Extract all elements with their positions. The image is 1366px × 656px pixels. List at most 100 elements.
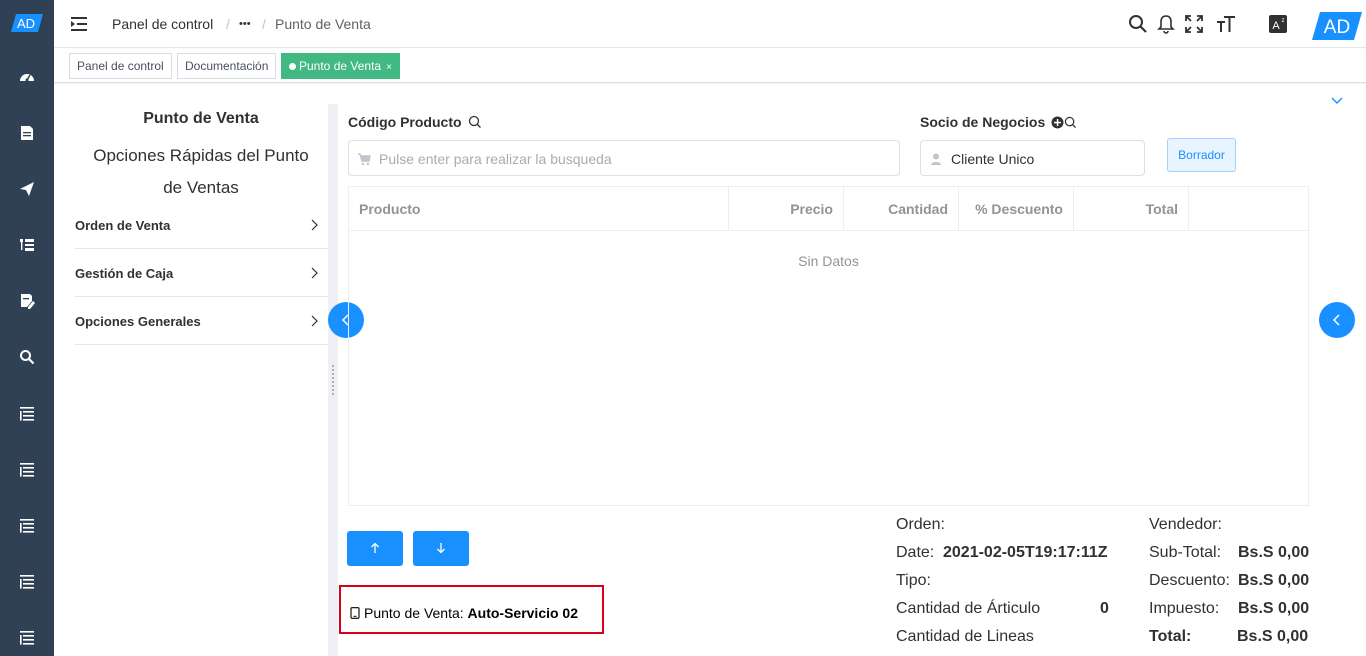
product-search-placeholder: Pulse enter para realizar la busqueda	[379, 151, 612, 167]
pos-label: Punto de Venta:	[364, 605, 464, 621]
panel-title: Punto de Venta	[143, 110, 259, 127]
item-quantity-value: 0	[1100, 600, 1109, 617]
business-partner-label: Socio de Negocios	[920, 114, 1077, 130]
menu-toggle-icon[interactable]	[70, 15, 88, 33]
dashboard-icon[interactable]	[18, 68, 36, 86]
tax-value: Bs.S 0,00	[1238, 600, 1310, 617]
menu-item-orden-de-venta[interactable]: Orden de Venta	[75, 201, 328, 249]
column-header-producto[interactable]: Producto	[349, 187, 729, 231]
empty-table-text: Sin Datos	[798, 253, 859, 269]
arrow-down-icon	[437, 543, 445, 554]
column-header-precio[interactable]: Precio	[729, 187, 844, 231]
tax-label: Impuesto:	[1149, 600, 1220, 617]
business-partner-value: Cliente Unico	[951, 151, 1035, 167]
list-tree-icon[interactable]	[18, 236, 36, 254]
tag-label: Panel de control	[77, 59, 164, 73]
active-dot	[289, 63, 296, 70]
chevron-down-icon[interactable]	[1330, 96, 1344, 106]
font-size-icon[interactable]	[1216, 14, 1236, 34]
item-quantity-label: Cantidad de Árticulo	[896, 600, 1041, 617]
breadcrumb-separator: /	[262, 16, 266, 32]
breadcrumb-separator: /	[226, 16, 230, 32]
arrow-up-icon	[371, 542, 379, 553]
chevron-right-icon	[311, 267, 318, 279]
business-partner-field[interactable]: Cliente Unico	[920, 140, 1145, 176]
add-circle-icon[interactable]	[1051, 116, 1064, 129]
total-value: Bs.S 0,00	[1237, 628, 1309, 645]
date-value: 2021-02-05T19:17:11Z	[943, 544, 1108, 561]
tag-label: Punto de Venta	[299, 59, 382, 73]
sidebar: AD	[0, 0, 54, 656]
list-icon[interactable]	[18, 516, 36, 534]
point-of-sale-text: Punto de Venta: Auto-Servicio 02	[350, 605, 578, 621]
tag-label: Documentación	[185, 59, 269, 73]
point-of-sale-info: Punto de Venta: Auto-Servicio 02	[339, 585, 604, 634]
svg-text:AD: AD	[17, 16, 35, 31]
list-icon[interactable]	[18, 628, 36, 646]
product-search-input[interactable]: Pulse enter para realizar la busqueda	[348, 140, 900, 176]
svg-text:z: z	[1282, 18, 1285, 24]
column-header-cantidad[interactable]: Cantidad	[844, 187, 959, 231]
svg-text:A: A	[1272, 20, 1280, 32]
tag-panel-de-control[interactable]: Panel de control	[69, 53, 172, 79]
search-icon[interactable]	[18, 348, 36, 366]
language-icon[interactable]: Az	[1268, 14, 1288, 34]
product-code-label: Código Producto	[348, 114, 482, 130]
send-icon[interactable]	[18, 180, 36, 198]
svg-text:AD: AD	[1324, 17, 1350, 38]
column-header-descuento[interactable]: % Descuento	[959, 187, 1074, 231]
breadcrumb-home[interactable]: Panel de control	[112, 16, 213, 32]
subtotal-label: Sub-Total:	[1149, 544, 1222, 561]
discount-value: Bs.S 0,00	[1238, 572, 1310, 589]
breadcrumb-current: Punto de Venta	[275, 16, 371, 32]
list-icon[interactable]	[18, 460, 36, 478]
discount-label: Descuento:	[1149, 572, 1230, 589]
tag-documentacion[interactable]: Documentación	[177, 53, 277, 79]
user-icon	[931, 153, 941, 165]
seller-label: Vendedor:	[1149, 516, 1222, 533]
chevron-right-icon	[311, 315, 318, 327]
drag-handle-icon[interactable]	[331, 364, 335, 396]
column-header-total[interactable]: Total	[1074, 187, 1189, 231]
main-content: Punto de Venta Opciones Rápidas del Punt…	[54, 84, 1366, 656]
search-icon[interactable]	[1128, 14, 1148, 34]
user-avatar[interactable]: AD	[1312, 12, 1362, 40]
edit-document-icon[interactable]	[18, 292, 36, 310]
clear-button[interactable]: Borrador	[1167, 138, 1236, 172]
subtotal-value: Bs.S 0,00	[1238, 544, 1310, 561]
lines-quantity-label: Cantidad de Lineas	[896, 628, 1034, 645]
pos-value: Auto-Servicio 02	[467, 605, 579, 621]
order-label: Orden:	[896, 516, 945, 533]
column-header-actions	[1189, 187, 1308, 231]
panel-subtitle: Opciones Rápidas del Punto de Ventas	[93, 146, 309, 197]
chevron-left-icon	[1332, 314, 1340, 326]
close-icon[interactable]: ×	[386, 62, 392, 73]
bell-icon[interactable]	[1156, 14, 1176, 34]
date-label: Date:	[896, 544, 935, 561]
panel-splitter[interactable]	[328, 104, 338, 656]
order-lines-table: Producto Precio Cantidad % Descuento Tot…	[348, 186, 1309, 506]
move-down-button[interactable]	[413, 531, 469, 566]
business-partner-label-text: Socio de Negocios	[920, 114, 1046, 130]
move-up-button[interactable]	[347, 531, 403, 566]
cart-icon	[358, 153, 371, 166]
breadcrumb-ellipsis[interactable]: •••	[239, 18, 251, 30]
tag-punto-de-venta[interactable]: Punto de Venta ×	[281, 53, 400, 79]
table-header: Producto Precio Cantidad % Descuento Tot…	[349, 187, 1308, 231]
total-label: Total:	[1149, 628, 1192, 645]
menu-item-opciones-generales[interactable]: Opciones Generales	[75, 297, 328, 345]
top-navbar: Panel de control / ••• / Punto de Venta …	[54, 0, 1366, 48]
search-icon[interactable]	[1064, 116, 1077, 129]
chevron-right-icon	[311, 219, 318, 231]
app-logo[interactable]: AD	[11, 14, 43, 32]
search-icon[interactable]	[468, 115, 482, 129]
document-icon[interactable]	[18, 124, 36, 142]
list-icon[interactable]	[18, 572, 36, 590]
product-code-label-text: Código Producto	[348, 114, 462, 130]
list-icon[interactable]	[18, 404, 36, 422]
collapse-right-button[interactable]	[1319, 302, 1355, 338]
menu-item-gestion-de-caja[interactable]: Gestión de Caja	[75, 249, 328, 297]
menu-item-label: Opciones Generales	[75, 314, 201, 329]
type-label: Tipo:	[896, 572, 931, 589]
fullscreen-icon[interactable]	[1184, 14, 1204, 34]
